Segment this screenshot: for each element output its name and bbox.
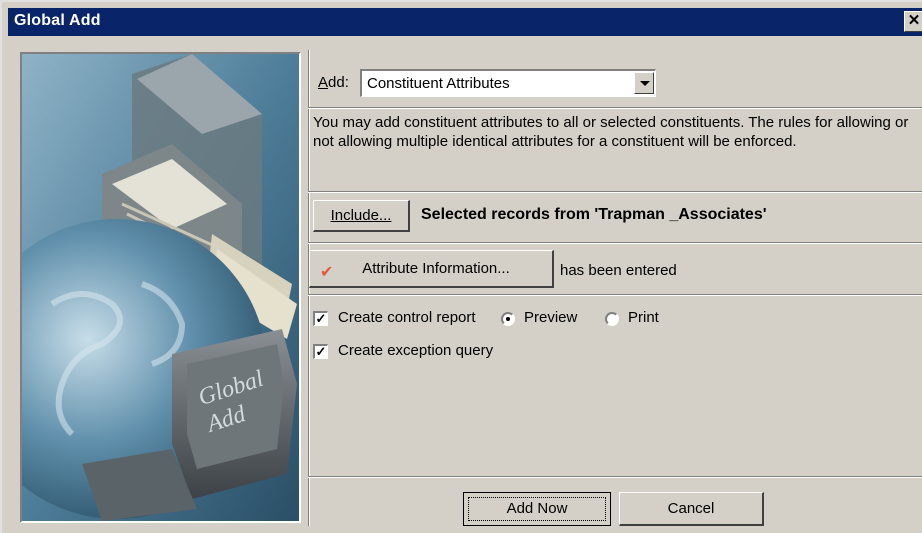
- add-type-value: Constituent Attributes: [367, 75, 510, 92]
- divider: [308, 294, 922, 296]
- focus-rectangle: Add Now: [468, 497, 606, 521]
- preview-label: Preview: [524, 309, 578, 326]
- print-radio[interactable]: [605, 312, 619, 326]
- global-add-dialog: Global Add ✕ Global Add Add: Constituent…: [0, 0, 922, 533]
- preview-radio[interactable]: [501, 312, 515, 326]
- window-title: Global Add: [14, 12, 101, 29]
- attribute-status: has been entered: [560, 262, 677, 279]
- panel-left-border: [308, 50, 310, 526]
- title-bar[interactable]: Global Add ✕: [8, 8, 922, 36]
- exception-query-row: ✓ Create exception query: [313, 342, 613, 362]
- cancel-button[interactable]: Cancel: [619, 492, 764, 526]
- include-button[interactable]: Include...: [313, 200, 410, 232]
- add-now-button[interactable]: Add Now: [463, 492, 611, 526]
- divider: [308, 107, 922, 109]
- control-report-label: Create control report: [338, 309, 476, 326]
- print-label: Print: [628, 309, 659, 326]
- control-report-row: ✓ Create control report Preview Print: [313, 309, 733, 329]
- add-now-label: Add Now: [506, 500, 568, 517]
- add-label: Add:: [318, 74, 349, 91]
- include-button-label: Include...: [330, 207, 392, 224]
- description-text: You may add constituent attributes to al…: [313, 114, 909, 150]
- chevron-down-icon[interactable]: [634, 72, 654, 94]
- divider: [308, 191, 922, 193]
- illustration-graphic: Global Add: [22, 54, 299, 521]
- divider: [308, 476, 922, 478]
- add-type-select[interactable]: Constituent Attributes: [360, 69, 656, 97]
- options-panel: Add: Constituent Attributes You may add …: [308, 50, 922, 526]
- close-icon: ✕: [907, 12, 921, 29]
- attribute-button-label: Attribute Information...: [362, 260, 510, 277]
- control-report-checkbox[interactable]: ✓: [313, 311, 328, 326]
- close-button[interactable]: ✕: [904, 11, 922, 32]
- exception-query-checkbox[interactable]: ✓: [313, 344, 328, 359]
- attribute-information-button[interactable]: ✔ Attribute Information...: [309, 250, 554, 288]
- divider: [308, 242, 922, 244]
- exception-query-label: Create exception query: [338, 342, 494, 359]
- cancel-label: Cancel: [667, 500, 715, 517]
- check-icon: ✔: [320, 264, 334, 281]
- global-add-illustration: Global Add: [20, 52, 301, 523]
- include-status: Selected records from 'Trapman _Associat…: [421, 206, 767, 223]
